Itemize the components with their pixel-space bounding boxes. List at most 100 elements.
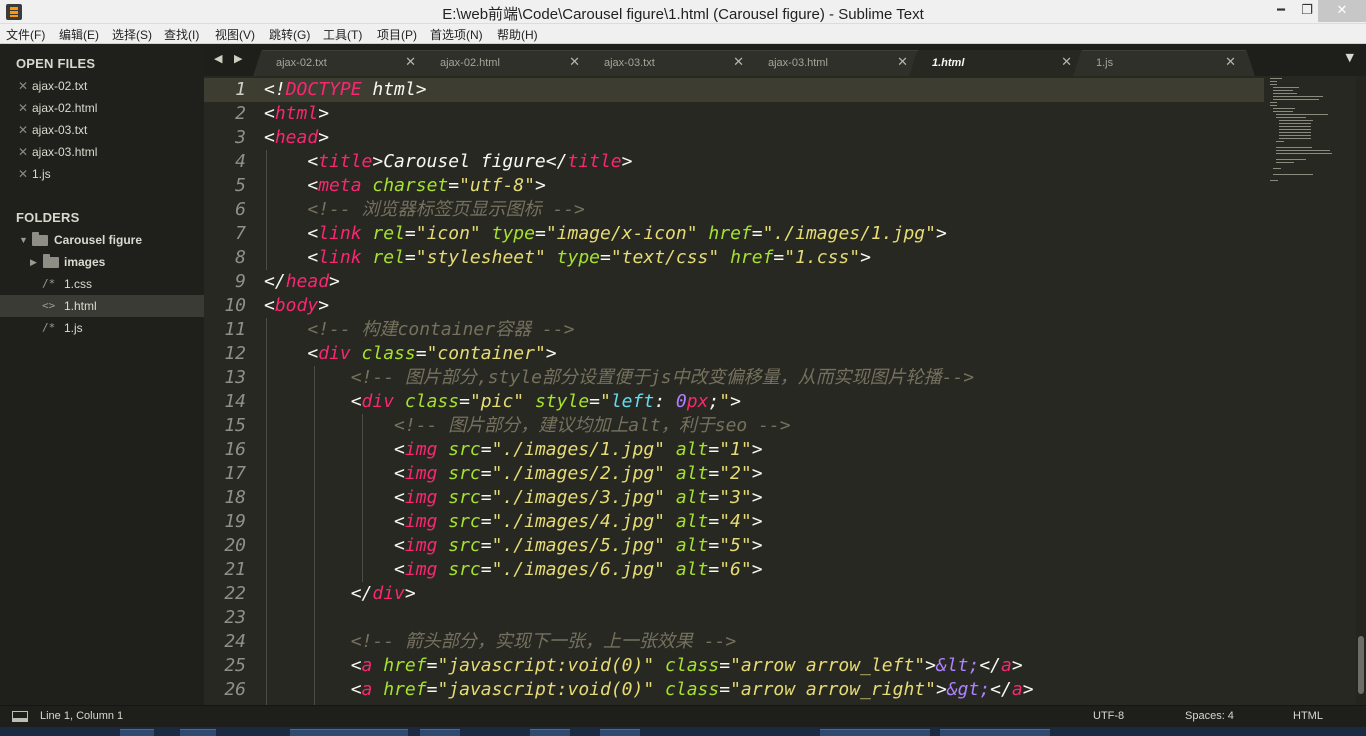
- scrollbar-thumb[interactable]: [1358, 636, 1364, 694]
- menu-selection[interactable]: 选择(S): [112, 26, 152, 43]
- panel-toggle-icon[interactable]: [12, 711, 28, 722]
- open-file-item[interactable]: ✕ 1.js: [0, 163, 204, 185]
- menu-preferences[interactable]: 首选项(N): [430, 26, 483, 43]
- menu-file[interactable]: 文件(F): [6, 26, 45, 43]
- line-number: 23: [224, 607, 246, 628]
- open-file-item[interactable]: ✕ ajax-02.txt: [0, 75, 204, 97]
- cursor-position[interactable]: Line 1, Column 1: [40, 710, 123, 722]
- folder-label: images: [64, 255, 106, 269]
- menu-find[interactable]: 查找(I): [164, 26, 199, 43]
- maximize-button[interactable]: ❐: [1294, 0, 1320, 22]
- folders-heading: FOLDERS: [16, 210, 80, 225]
- code-line[interactable]: <head>: [264, 126, 329, 150]
- menu-goto[interactable]: 跳转(G): [269, 26, 310, 43]
- close-file-icon[interactable]: ✕: [18, 163, 28, 185]
- close-file-icon[interactable]: ✕: [18, 97, 28, 119]
- minimize-button[interactable]: ━: [1268, 0, 1294, 22]
- code-line[interactable]: <a href="javascript:void(0)" class="arro…: [264, 654, 1023, 678]
- taskbar-item[interactable]: [600, 729, 640, 736]
- code-line[interactable]: <!DOCTYPE html>: [264, 78, 427, 102]
- open-file-label: 1.js: [32, 167, 51, 181]
- close-tab-icon[interactable]: ✕: [897, 55, 908, 70]
- indentation-indicator[interactable]: Spaces: 4: [1185, 710, 1234, 722]
- taskbar-item[interactable]: [530, 729, 570, 736]
- menu-edit[interactable]: 编辑(E): [59, 26, 99, 43]
- os-taskbar: [0, 727, 1366, 736]
- close-file-icon[interactable]: ✕: [18, 119, 28, 141]
- close-file-icon[interactable]: ✕: [18, 75, 28, 97]
- code-line[interactable]: </div>: [264, 582, 416, 606]
- menu-tools[interactable]: 工具(T): [323, 26, 362, 43]
- code-line[interactable]: </head>: [264, 270, 340, 294]
- folder-item-images[interactable]: ▶ images: [0, 251, 204, 273]
- tab-ajax-02-txt[interactable]: ajax-02.txt ✕: [262, 50, 426, 76]
- tab-ajax-03-txt[interactable]: ajax-03.txt ✕: [590, 50, 754, 76]
- code-line[interactable]: <html>: [264, 102, 329, 126]
- close-tab-icon[interactable]: ✕: [733, 55, 744, 70]
- taskbar-item[interactable]: [940, 729, 1050, 736]
- code-line[interactable]: <!-- 图片部分，建议均加上alt，利于seo -->: [264, 414, 791, 438]
- tab-1-js[interactable]: 1.js ✕: [1082, 50, 1246, 76]
- code-editor[interactable]: 1 2 3 4 5 6 7 8 9 10 11 12 13 14 15 16 1…: [204, 76, 1366, 705]
- open-file-item[interactable]: ✕ ajax-02.html: [0, 97, 204, 119]
- open-file-item[interactable]: ✕ ajax-03.html: [0, 141, 204, 163]
- file-item-css[interactable]: /* 1.css: [0, 273, 204, 295]
- taskbar-item[interactable]: [290, 729, 408, 736]
- menu-help[interactable]: 帮助(H): [497, 26, 538, 43]
- code-line[interactable]: <div class="container">: [264, 342, 556, 366]
- code-line[interactable]: <title>Carousel figure</title>: [264, 150, 632, 174]
- code-line[interactable]: <link rel="icon" type="image/x-icon" hre…: [264, 222, 946, 246]
- line-number: 6: [235, 199, 246, 220]
- folder-label: Carousel figure: [54, 233, 143, 247]
- close-file-icon[interactable]: ✕: [18, 141, 28, 163]
- taskbar-item[interactable]: [420, 729, 460, 736]
- file-item-html[interactable]: <> 1.html: [0, 295, 204, 317]
- folder-root-carousel-figure[interactable]: ▼ Carousel figure: [0, 229, 204, 251]
- tab-ajax-03-html[interactable]: ajax-03.html ✕: [754, 50, 918, 76]
- tab-scroll-arrows[interactable]: ◀ ▶: [214, 52, 246, 65]
- taskbar-item[interactable]: [120, 729, 154, 736]
- code-line[interactable]: <!-- 箭头部分，实现下一张，上一张效果 -->: [264, 630, 737, 654]
- code-line[interactable]: <img src="./images/2.jpg" alt="2">: [264, 462, 763, 486]
- close-tab-icon[interactable]: ✕: [1061, 55, 1072, 70]
- code-line[interactable]: <!-- 图片部分,style部分设置便于js中改变偏移量，从而实现图片轮播--…: [264, 366, 974, 390]
- close-window-button[interactable]: ✕: [1318, 0, 1366, 22]
- taskbar-item[interactable]: [180, 729, 216, 736]
- file-item-js[interactable]: /* 1.js: [0, 317, 204, 339]
- tab-1-html[interactable]: 1.html ✕: [918, 50, 1082, 76]
- expanded-triangle-icon[interactable]: ▼: [19, 229, 28, 251]
- menu-project[interactable]: 项目(P): [377, 26, 417, 43]
- folder-open-icon: [32, 232, 48, 246]
- code-line[interactable]: <link rel="stylesheet" type="text/css" h…: [264, 246, 871, 270]
- syntax-indicator[interactable]: HTML: [1293, 710, 1323, 722]
- code-line[interactable]: <a href="javascript:void(0)" class="arro…: [264, 678, 1034, 702]
- code-line[interactable]: <img src="./images/1.jpg" alt="1">: [264, 438, 763, 462]
- code-line[interactable]: <img src="./images/4.jpg" alt="4">: [264, 510, 763, 534]
- vertical-scrollbar[interactable]: [1356, 76, 1366, 705]
- line-number: 11: [224, 319, 246, 340]
- collapsed-triangle-icon[interactable]: ▶: [30, 251, 37, 273]
- code-line[interactable]: <img src="./images/3.jpg" alt="3">: [264, 486, 763, 510]
- line-number: 15: [224, 415, 246, 436]
- tab-ajax-02-html[interactable]: ajax-02.html ✕: [426, 50, 590, 76]
- code-line[interactable]: <img src="./images/5.jpg" alt="5">: [264, 534, 763, 558]
- encoding-indicator[interactable]: UTF-8: [1093, 710, 1124, 722]
- close-tab-icon[interactable]: ✕: [405, 55, 416, 70]
- code-line[interactable]: <!-- 浏览器标签页显示图标 -->: [264, 198, 585, 222]
- tab-dropdown-icon[interactable]: ▼: [1346, 51, 1354, 64]
- code-line[interactable]: <!-- 构建container容器 -->: [264, 318, 574, 342]
- minimap[interactable]: [1266, 76, 1356, 186]
- code-line[interactable]: <meta charset="utf-8">: [264, 174, 545, 198]
- close-tab-icon[interactable]: ✕: [1225, 55, 1236, 70]
- code-line[interactable]: <body>: [264, 294, 329, 318]
- taskbar-item[interactable]: [820, 729, 930, 736]
- open-file-item[interactable]: ✕ ajax-03.txt: [0, 119, 204, 141]
- code-line[interactable]: <img src="./images/6.jpg" alt="6">: [264, 558, 763, 582]
- tab-label: 1.html: [932, 57, 965, 69]
- line-number: 10: [224, 295, 246, 316]
- window-title: E:\web前端\Code\Carousel figure\1.html (Ca…: [442, 6, 924, 23]
- code-line[interactable]: <div class="pic" style="left: 0px;">: [264, 390, 741, 414]
- close-tab-icon[interactable]: ✕: [569, 55, 580, 70]
- menu-view[interactable]: 视图(V): [215, 26, 255, 43]
- line-number: 16: [224, 439, 246, 460]
